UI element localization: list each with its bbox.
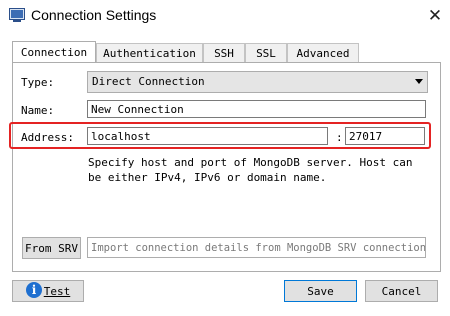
tab-authentication[interactable]: Authentication	[96, 43, 203, 63]
title-bar: Connection Settings ✕	[0, 0, 450, 32]
test-button[interactable]: Test	[12, 280, 84, 302]
address-label: Address:	[21, 131, 74, 144]
address-help-text: Specify host and port of MongoDB server.…	[88, 156, 413, 184]
cancel-button[interactable]: Cancel	[365, 280, 438, 302]
tab-advanced[interactable]: Advanced	[287, 43, 359, 63]
name-field[interactable]: New Connection	[87, 100, 426, 118]
type-label: Type:	[21, 76, 55, 89]
tab-connection[interactable]: Connection	[12, 41, 96, 64]
port-separator: :	[336, 131, 343, 144]
app-window-icon	[9, 8, 25, 22]
close-icon[interactable]: ✕	[421, 3, 449, 29]
test-button-label: Test	[43, 285, 71, 298]
tab-ssl[interactable]: SSL	[245, 43, 287, 63]
srv-connection-input[interactable]: Import connection details from MongoDB S…	[87, 237, 426, 258]
tab-ssh[interactable]: SSH	[203, 43, 245, 63]
save-button[interactable]: Save	[284, 280, 357, 302]
from-srv-button[interactable]: From SRV	[22, 237, 81, 259]
host-field[interactable]: localhost	[87, 127, 328, 145]
type-select[interactable]: Direct Connection	[87, 71, 428, 93]
port-field[interactable]: 27017	[345, 127, 425, 145]
info-icon: i	[26, 282, 42, 298]
type-select-value: Direct Connection	[92, 75, 205, 88]
window-title: Connection Settings	[31, 7, 157, 23]
dropdown-arrow-icon	[415, 79, 423, 84]
name-label: Name:	[21, 104, 55, 117]
